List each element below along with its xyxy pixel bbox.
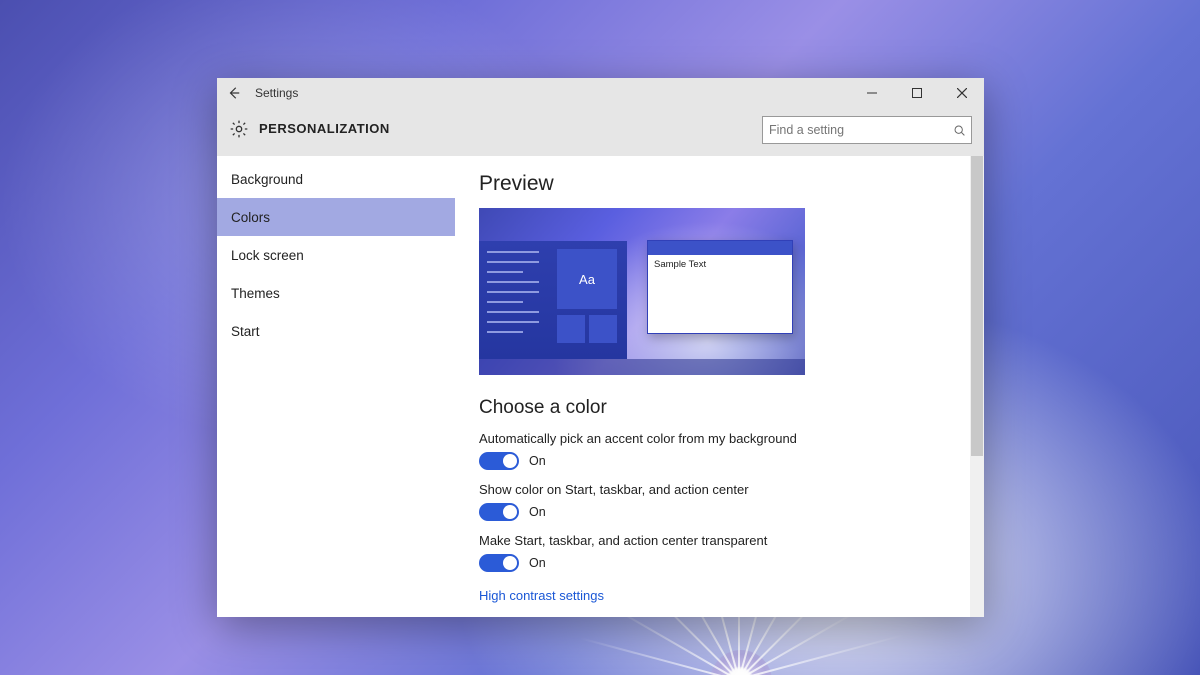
toggle-transparent[interactable] [479,554,519,572]
settings-window: Settings PERSONALIZATION [217,78,984,617]
minimize-icon [867,88,877,98]
preview-tile-label: Aa [579,272,595,287]
preview-taskbar [479,359,805,375]
settings-header: PERSONALIZATION [217,108,984,156]
color-preview: Aa Sample Text [479,208,805,375]
window-title: Settings [255,86,298,100]
toggle-show-color[interactable] [479,503,519,521]
sidebar-item-label: Lock screen [231,248,304,263]
search-box[interactable] [762,116,972,144]
option-show-color-label: Show color on Start, taskbar, and action… [479,482,960,497]
sidebar-item-label: Colors [231,210,270,225]
toggle-auto-accent-state: On [529,454,546,468]
gear-icon [229,119,249,139]
preview-window-text: Sample Text [648,255,792,274]
maximize-icon [912,88,922,98]
toggle-transparent-state: On [529,556,546,570]
settings-content: Preview Aa S [455,156,984,617]
scrollbar-thumb[interactable] [971,156,983,456]
header-title: PERSONALIZATION [259,121,390,136]
sidebar-item-label: Themes [231,286,280,301]
search-input[interactable] [763,123,947,137]
close-icon [957,88,967,98]
maximize-button[interactable] [894,78,939,108]
window-titlebar: Settings [217,78,984,108]
sidebar-item-lock-screen[interactable]: Lock screen [217,236,455,274]
back-arrow-icon [227,86,241,100]
preview-heading: Preview [479,172,960,196]
toggle-show-color-state: On [529,505,546,519]
sidebar-item-start[interactable]: Start [217,312,455,350]
sidebar-item-label: Start [231,324,260,339]
preview-start-menu: Aa [479,241,627,359]
choose-color-heading: Choose a color [479,397,960,419]
sidebar-item-background[interactable]: Background [217,160,455,198]
option-transparent-label: Make Start, taskbar, and action center t… [479,533,960,548]
toggle-auto-accent[interactable] [479,452,519,470]
sidebar-item-label: Background [231,172,303,187]
sidebar-item-themes[interactable]: Themes [217,274,455,312]
scrollbar[interactable] [970,156,984,617]
back-button[interactable] [217,78,251,108]
desktop-wallpaper: Settings PERSONALIZATION [0,0,1200,675]
sidebar-item-colors[interactable]: Colors [217,198,455,236]
settings-sidebar: Background Colors Lock screen Themes Sta… [217,156,455,617]
close-button[interactable] [939,78,984,108]
option-auto-accent-label: Automatically pick an accent color from … [479,431,960,446]
preview-tile: Aa [557,249,617,309]
search-icon [947,124,971,137]
minimize-button[interactable] [849,78,894,108]
high-contrast-link[interactable]: High contrast settings [479,588,604,603]
preview-window: Sample Text [647,240,793,334]
